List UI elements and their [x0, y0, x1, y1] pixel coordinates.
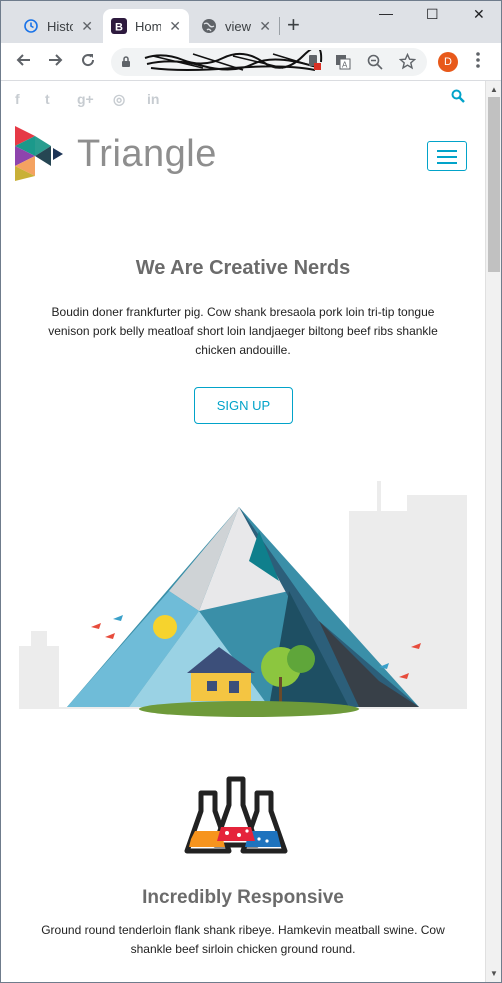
hamburger-line — [437, 156, 457, 158]
tab-title: view-source — [225, 18, 251, 34]
tab-strip: History ✕ B Home ✕ view-source ✕ + — ☐ ✕ — [1, 1, 501, 43]
tab-view-source[interactable]: view-source ✕ — [193, 9, 279, 43]
svg-text:A: A — [342, 61, 348, 70]
tab-history[interactable]: History ✕ — [15, 9, 101, 43]
zoom-out-icon[interactable] — [367, 54, 383, 70]
arrow-right-icon — [49, 54, 63, 66]
redacted-url-scribble — [144, 50, 323, 71]
dribbble-icon[interactable]: ◎ — [113, 91, 125, 108]
hamburger-line — [437, 150, 457, 152]
search-icon — [451, 89, 465, 103]
address-bar[interactable]: A — [111, 48, 427, 76]
scroll-down-icon[interactable]: ▼ — [490, 969, 498, 978]
tab-title: Home — [135, 18, 161, 34]
brand-name[interactable]: Triangle — [77, 133, 217, 176]
tab-home[interactable]: B Home ✕ — [103, 9, 189, 43]
reload-icon — [82, 54, 95, 67]
feature-title: Incredibly Responsive — [142, 887, 344, 908]
tab-separator — [279, 17, 280, 35]
reload-button[interactable] — [79, 51, 97, 73]
globe-icon — [202, 19, 216, 33]
feature-text: Ground round tenderloin flank shank ribe… — [41, 923, 445, 956]
close-icon[interactable]: ✕ — [81, 18, 93, 34]
menu-button[interactable] — [475, 51, 481, 73]
tab-title: History — [47, 18, 73, 34]
star-icon[interactable] — [399, 53, 416, 70]
translate-icon[interactable]: A — [335, 54, 351, 70]
close-window-button[interactable]: ✕ — [473, 6, 485, 23]
maximize-button[interactable]: ☐ — [426, 6, 439, 23]
kebab-menu-icon — [476, 52, 480, 68]
nav-toggle-button[interactable] — [427, 141, 467, 171]
linkedin-icon[interactable]: in — [147, 91, 159, 107]
bootstrap-icon: B — [111, 18, 127, 34]
forward-button[interactable] — [46, 51, 64, 73]
google-plus-icon[interactable]: g+ — [77, 91, 94, 107]
scrollbar-thumb[interactable] — [488, 97, 500, 272]
svg-text:B: B — [115, 22, 123, 34]
page-viewport: f t g+ ◎ in Triangle We Are Creative Ner… — [1, 81, 485, 982]
hero-text: Boudin doner frankfurter pig. Cow shank … — [48, 305, 438, 357]
lock-icon — [122, 56, 130, 67]
hero-title: We Are Creative Nerds — [135, 257, 351, 279]
sign-up-button[interactable]: SIGN UP — [194, 387, 293, 424]
hamburger-line — [437, 162, 457, 164]
scroll-up-icon[interactable]: ▲ — [490, 85, 498, 94]
browser-toolbar: A D — [1, 43, 501, 81]
browser-window: History ✕ B Home ✕ view-source ✕ + — ☐ ✕ — [0, 0, 502, 983]
back-button[interactable] — [15, 51, 33, 73]
triangle-logo-icon[interactable] — [15, 126, 67, 182]
minimize-button[interactable]: — — [379, 5, 393, 21]
history-icon — [24, 19, 38, 33]
new-tab-button[interactable]: + — [287, 14, 300, 36]
profile-avatar[interactable]: D — [438, 52, 458, 72]
close-icon[interactable]: ✕ — [169, 18, 181, 34]
flasks-icon — [184, 776, 288, 854]
facebook-icon[interactable]: f — [15, 91, 20, 107]
search-button[interactable] — [451, 89, 465, 108]
mountain-house-illustration — [19, 481, 467, 717]
blocked-cookies-icon[interactable] — [307, 54, 321, 70]
arrow-left-icon — [16, 54, 30, 66]
page-scrollbar[interactable]: ▲ ▼ — [485, 81, 501, 982]
close-icon[interactable]: ✕ — [259, 18, 271, 34]
twitter-icon[interactable]: t — [45, 91, 50, 107]
